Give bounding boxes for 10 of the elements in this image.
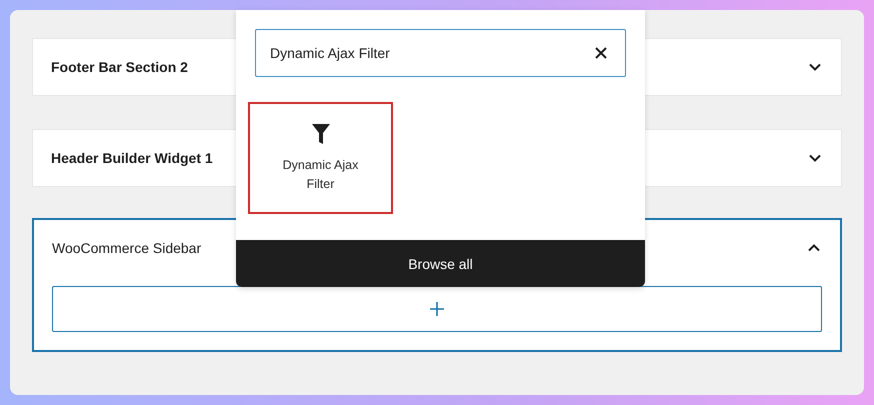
plus-icon <box>429 301 445 317</box>
section-title[interactable]: Footer Bar Section 2 <box>51 59 188 75</box>
search-field[interactable]: Dynamic Ajax Filter <box>255 29 626 77</box>
section-title[interactable]: Header Builder Widget 1 <box>51 150 213 166</box>
add-block-button[interactable] <box>52 286 822 332</box>
funnel-icon <box>310 122 330 146</box>
close-icon[interactable] <box>594 46 608 60</box>
browse-all-button[interactable]: Browse all <box>236 240 645 287</box>
block-result[interactable]: Dynamic Ajax Filter <box>248 102 393 214</box>
section-title[interactable]: WooCommerce Sidebar <box>52 240 202 256</box>
